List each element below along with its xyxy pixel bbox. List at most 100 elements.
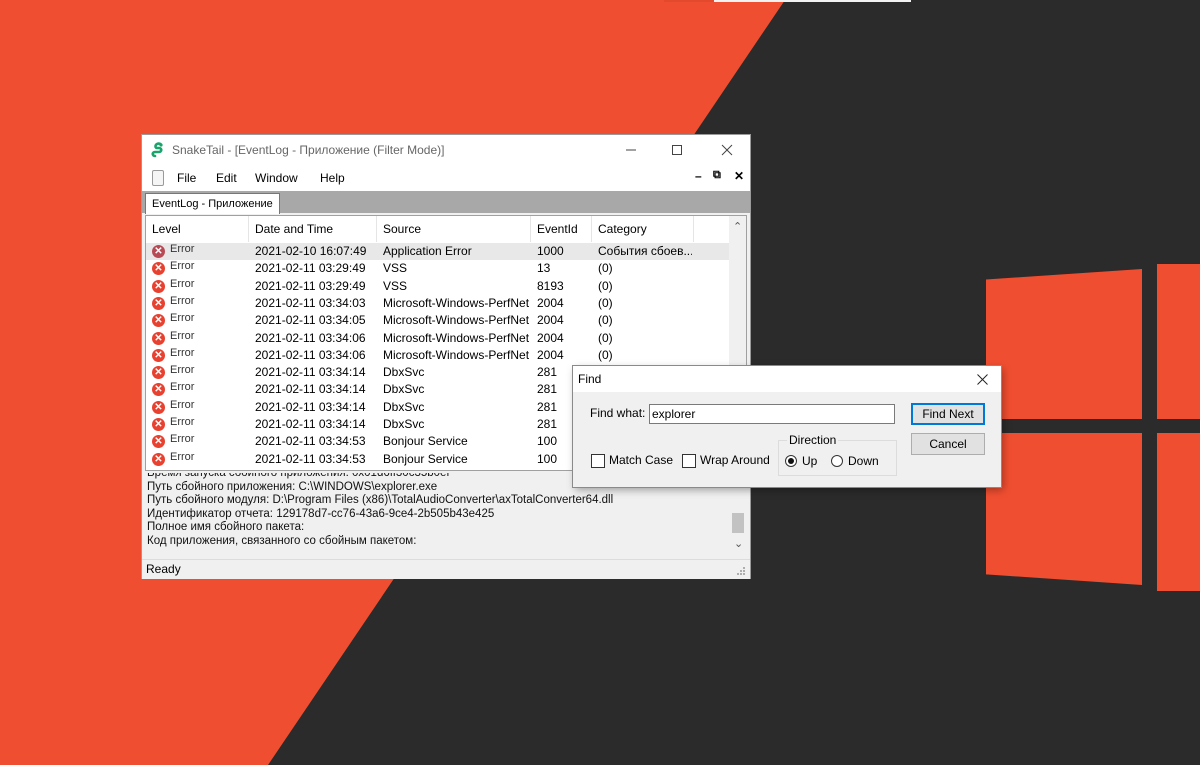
- cell-source: Bonjour Service: [383, 451, 468, 466]
- close-button[interactable]: [704, 135, 750, 165]
- cell-category: (0): [598, 278, 613, 293]
- find-what-label: Find what:: [590, 406, 646, 420]
- column-header-eventid[interactable]: EventId: [531, 216, 592, 242]
- cell-source: DbxSvc: [383, 399, 425, 414]
- cell-eventid: 281: [537, 365, 558, 380]
- cell-category: События сбоев...: [598, 244, 692, 258]
- direction-down-label[interactable]: Down: [848, 454, 879, 468]
- detail-line: Полное имя сбойного пакета:: [147, 521, 305, 533]
- cell-source: DbxSvc: [383, 417, 425, 431]
- column-header-source[interactable]: Source: [377, 216, 531, 242]
- cell-category: (0): [598, 295, 613, 310]
- cell-datetime: 2021-02-11 03:29:49: [255, 278, 366, 293]
- menu-file[interactable]: File: [177, 171, 196, 185]
- direction-up-radio[interactable]: [785, 455, 797, 467]
- snaketail-window: SnakeTail - [EventLog - Приложение (Filt…: [142, 135, 750, 579]
- error-icon: ✕: [152, 296, 165, 310]
- cell-eventid: 13: [537, 261, 551, 276]
- cell-eventid: 100: [537, 434, 558, 449]
- scroll-thumb[interactable]: [732, 513, 744, 533]
- document-icon[interactable]: [152, 170, 164, 186]
- cell-eventid: 2004: [537, 295, 564, 310]
- cell-datetime: 2021-02-11 03:34:14: [255, 417, 366, 431]
- cell-datetime: 2021-02-11 03:34:53: [255, 434, 366, 449]
- column-header-category[interactable]: Category: [592, 216, 694, 242]
- match-case-label[interactable]: Match Case: [609, 453, 673, 467]
- tab-eventlog[interactable]: EventLog - Приложение: [145, 193, 280, 214]
- match-case-checkbox[interactable]: [591, 454, 605, 468]
- scroll-up-icon[interactable]: ⌃: [733, 220, 742, 233]
- menu-window[interactable]: Window: [255, 171, 298, 185]
- windows-logo-pane: [1157, 264, 1200, 419]
- table-row[interactable]: ✕ Error 2021-02-10 16:07:49 Application Err…: [146, 243, 731, 260]
- cell-level: Error: [170, 260, 195, 273]
- cell-source: VSS: [383, 261, 408, 276]
- table-row[interactable]: ✕ Error 2021-02-11 03:29:49 VSS 13 (0): [146, 260, 731, 277]
- error-icon: ✕: [152, 245, 165, 258]
- cancel-button[interactable]: Cancel: [911, 433, 985, 455]
- cell-level: Error: [170, 346, 195, 359]
- maximize-button[interactable]: [654, 135, 700, 165]
- cell-level: Error: [170, 398, 195, 411]
- direction-down-radio[interactable]: [831, 455, 843, 467]
- error-icon: ✕: [152, 262, 165, 276]
- cell-level: Error: [170, 294, 195, 307]
- find-close-button[interactable]: [963, 366, 1001, 392]
- table-row[interactable]: ✕ Error 2021-02-11 03:34:06 Microsoft-Windo…: [146, 330, 731, 347]
- find-dialog-title: Find: [578, 372, 602, 386]
- cell-level: Error: [170, 329, 195, 342]
- cell-eventid: 100: [537, 451, 558, 466]
- find-what-input[interactable]: [649, 404, 895, 424]
- find-next-button[interactable]: Find Next: [911, 403, 985, 425]
- background-strip: [664, 0, 714, 2]
- cell-category: (0): [598, 313, 613, 328]
- resize-grip-icon[interactable]: [736, 566, 746, 576]
- close-icon: [721, 144, 733, 156]
- wrap-around-label[interactable]: Wrap Around: [700, 453, 770, 467]
- grid-header: Level Date and Time Source EventId Categ…: [146, 216, 731, 242]
- cell-eventid: 2004: [537, 347, 564, 362]
- snake-app-icon: [151, 142, 163, 158]
- detail-line: Путь сбойного приложения: C:\WINDOWS\exp…: [147, 480, 438, 493]
- minimize-button[interactable]: [608, 135, 654, 165]
- mdi-close-icon[interactable]: ✕: [734, 169, 744, 183]
- cell-source: Microsoft-Windows-PerfNet: [383, 347, 530, 362]
- cell-level: Error: [170, 416, 195, 428]
- column-header-datetime[interactable]: Date and Time: [249, 216, 377, 242]
- background-strip: [714, 0, 911, 2]
- direction-up-label[interactable]: Up: [802, 454, 817, 468]
- menu-edit[interactable]: Edit: [216, 171, 237, 185]
- cell-source: DbxSvc: [383, 365, 425, 380]
- error-icon: ✕: [152, 400, 165, 414]
- direction-label: Direction: [787, 433, 839, 447]
- status-text: Ready: [146, 562, 181, 576]
- cell-datetime: 2021-02-11 03:34:05: [255, 313, 366, 328]
- cell-level: Error: [170, 243, 195, 255]
- windows-logo-pane: [986, 269, 1142, 419]
- error-icon: ✕: [152, 314, 165, 328]
- column-header-level[interactable]: Level: [146, 216, 249, 242]
- table-row[interactable]: ✕ Error 2021-02-11 03:34:03 Microsoft-Windo…: [146, 295, 731, 312]
- find-title-bar[interactable]: Find: [573, 366, 1001, 392]
- table-row[interactable]: ✕ Error 2021-02-11 03:29:49 VSS 8193 (0): [146, 278, 731, 295]
- detail-line: Код приложения, связанного со сбойным па…: [147, 534, 417, 547]
- title-bar[interactable]: SnakeTail - [EventLog - Приложение (Filt…: [142, 135, 750, 165]
- cell-level: Error: [170, 433, 195, 446]
- table-row[interactable]: ✕ Error 2021-02-11 03:34:06 Microsoft-Windo…: [146, 347, 731, 364]
- scroll-down-icon[interactable]: ⌄: [734, 537, 743, 550]
- menu-help[interactable]: Help: [320, 171, 345, 185]
- wrap-around-checkbox[interactable]: [682, 454, 696, 468]
- cell-eventid: 2004: [537, 330, 564, 345]
- direction-group: Direction Up Down: [778, 433, 897, 476]
- cell-eventid: 281: [537, 399, 558, 414]
- table-row[interactable]: ✕ Error 2021-02-11 03:34:05 Microsoft-Windo…: [146, 312, 731, 329]
- cell-source: Bonjour Service: [383, 434, 468, 449]
- mdi-restore-icon[interactable]: ⧉: [713, 169, 721, 182]
- mdi-minimize-icon[interactable]: –: [695, 169, 702, 183]
- cell-source: Application Error: [383, 244, 472, 258]
- cell-source: Microsoft-Windows-PerfNet: [383, 313, 530, 328]
- cell-category: (0): [598, 347, 613, 362]
- cell-datetime: 2021-02-11 03:29:49: [255, 261, 366, 276]
- cell-datetime: 2021-02-11 03:34:14: [255, 365, 366, 380]
- cell-level: Error: [170, 450, 195, 463]
